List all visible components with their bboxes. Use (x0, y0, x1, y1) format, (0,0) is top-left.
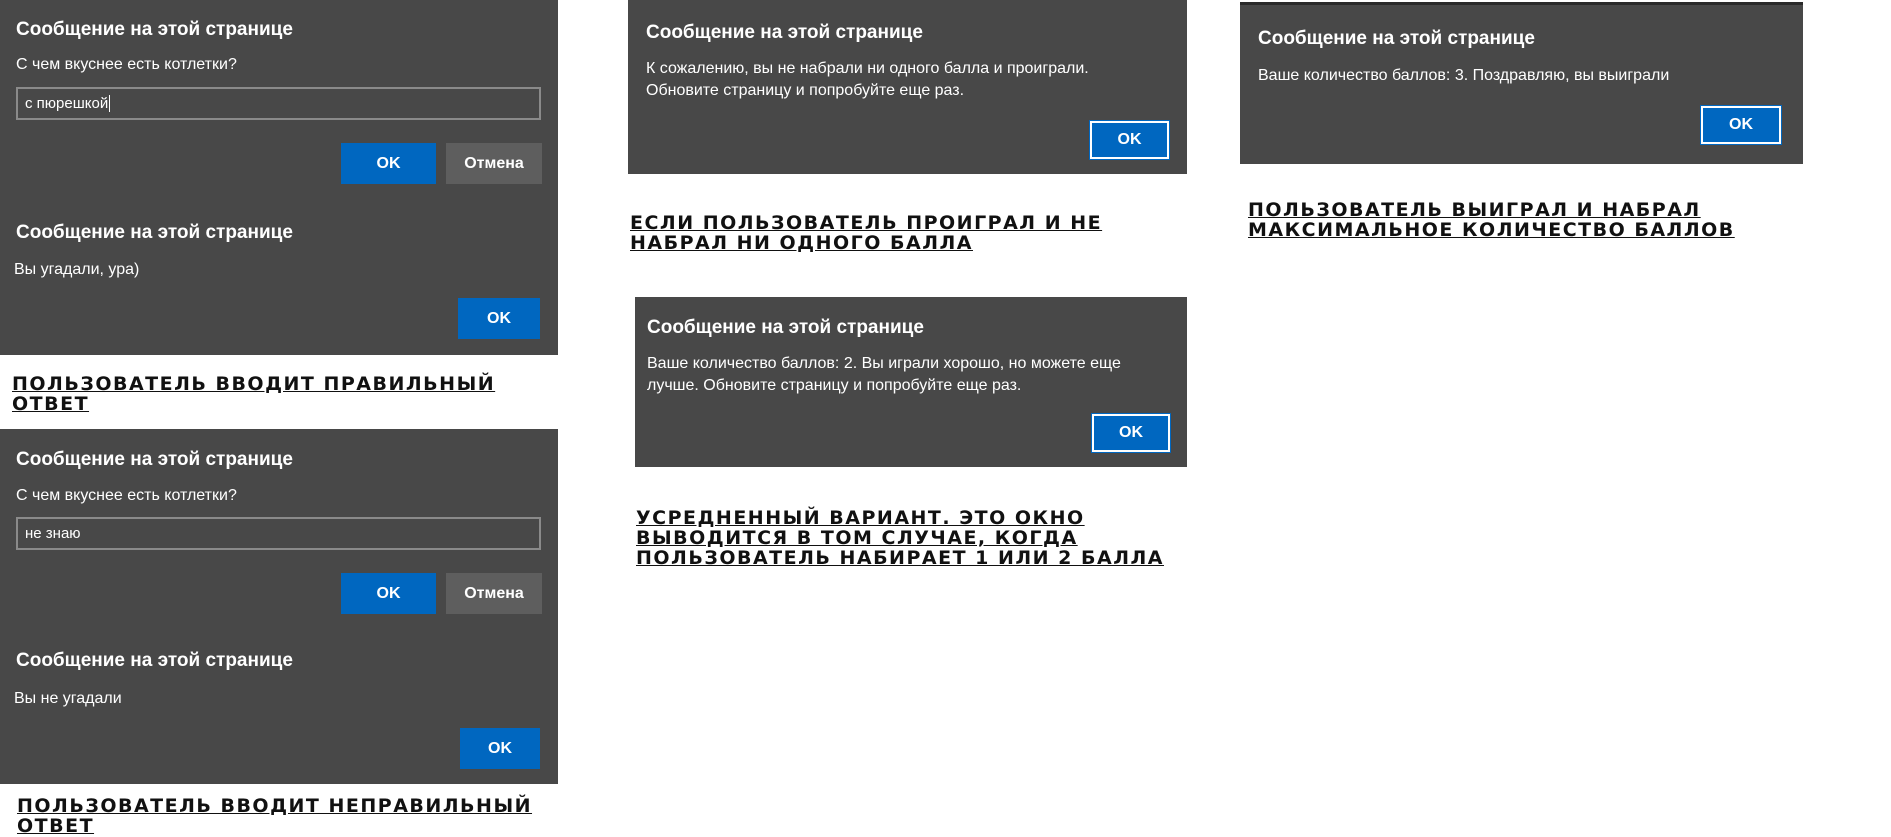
dialog-title: Сообщение на этой странице (16, 19, 293, 40)
cancel-button[interactable]: Отмена (446, 573, 542, 614)
answer-input-value: с пюрешкой (25, 95, 109, 112)
ok-button[interactable]: OK (341, 143, 436, 184)
caption-correct-answer: Пользователь вводит правильный ответ (12, 373, 496, 415)
ok-button[interactable]: OK (1089, 120, 1170, 160)
dialog-message: Вы угадали, ура) (14, 261, 140, 278)
dialog-message-line1: К сожалению, вы не набрали ни одного бал… (646, 60, 1089, 77)
ok-button[interactable]: OK (458, 298, 540, 339)
ok-button[interactable]: OK (1091, 413, 1171, 453)
dialog-message-line1: Ваше количество баллов: 2. Вы играли хор… (647, 355, 1121, 372)
dialog-message-line2: Обновите страницу и попробуйте еще раз. (646, 82, 965, 99)
dialog-message: Вы не угадали (14, 690, 122, 707)
dialog-title: Сообщение на этой странице (647, 317, 924, 338)
alert-dialog-zero-points: Сообщение на этой странице К сожалению, … (628, 0, 1187, 174)
dialog-message: Ваше количество баллов: 3. Поздравляю, в… (1258, 67, 1670, 84)
prompt-dialog-wrong: Сообщение на этой странице С чем вкуснее… (0, 429, 558, 631)
prompt-dialog-correct: Сообщение на этой странице С чем вкуснее… (0, 0, 558, 205)
ok-button[interactable]: OK (460, 728, 540, 769)
caption-max-points: Пользователь выиграл и набрал максимальн… (1248, 199, 1735, 241)
dialog-message-line2: лучше. Обновите страницу и попробуйте ещ… (647, 377, 1022, 394)
ok-button[interactable]: OK (341, 573, 436, 614)
dialog-title: Сообщение на этой странице (16, 449, 293, 470)
dialog-title: Сообщение на этой странице (16, 650, 293, 671)
caption-wrong-answer: Пользователь вводит неправильный ответ (17, 795, 533, 837)
alert-dialog-wrong: Сообщение на этой странице Вы не угадали… (0, 631, 558, 784)
answer-input[interactable]: не знаю (16, 517, 541, 550)
text-caret (109, 95, 111, 112)
cancel-button[interactable]: Отмена (446, 143, 542, 184)
dialog-question: С чем вкуснее есть котлетки? (16, 56, 237, 73)
alert-dialog-correct: Сообщение на этой странице Вы угадали, у… (0, 205, 558, 355)
caption-zero-points: Если пользователь проиграл и не набрал н… (630, 212, 1103, 254)
dialog-title: Сообщение на этой странице (16, 222, 293, 243)
answer-input[interactable]: с пюрешкой (16, 87, 541, 120)
caption-mid-points: Усредненный вариант. Это окно выводится … (636, 507, 1164, 569)
dialog-question: С чем вкуснее есть котлетки? (16, 487, 237, 504)
dialog-title: Сообщение на этой странице (1258, 28, 1535, 49)
dialog-title: Сообщение на этой странице (646, 22, 923, 43)
ok-button[interactable]: OK (1700, 105, 1782, 145)
alert-dialog-max-points: Сообщение на этой странице Ваше количест… (1240, 2, 1803, 164)
alert-dialog-mid-points: Сообщение на этой странице Ваше количест… (635, 297, 1187, 467)
answer-input-value: не знаю (25, 525, 81, 542)
